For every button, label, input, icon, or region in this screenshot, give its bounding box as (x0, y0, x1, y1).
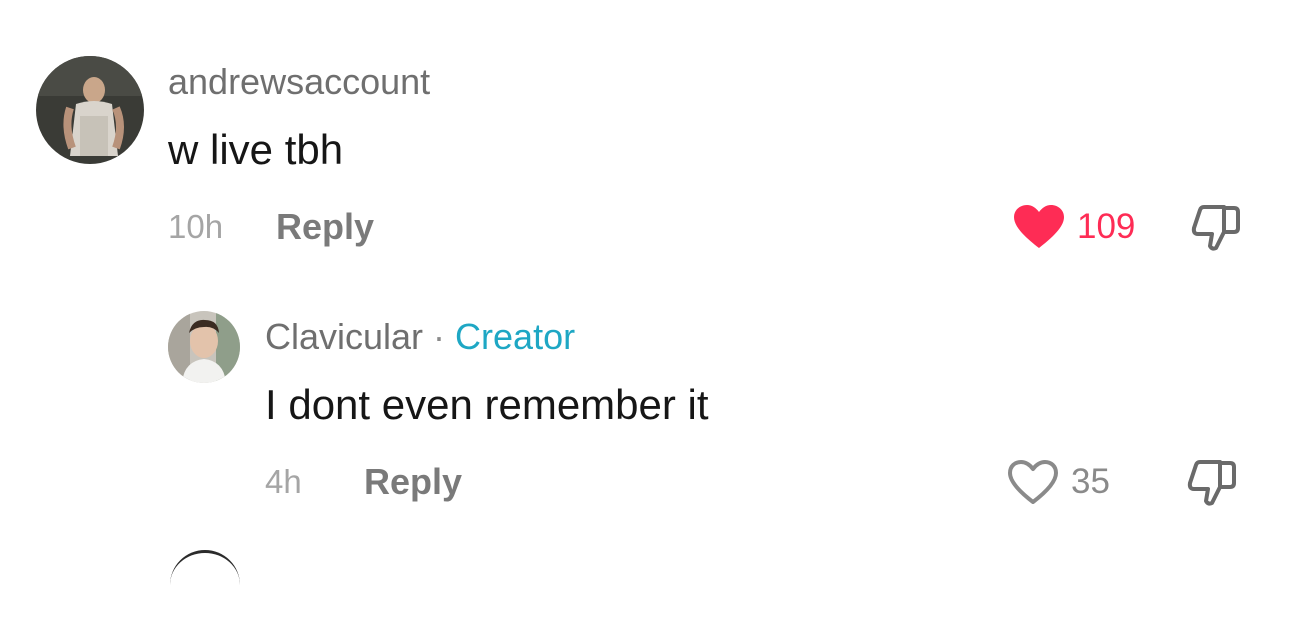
avatar-image (36, 56, 144, 164)
comment-timestamp: 4h (265, 463, 302, 500)
comment-text: I dont even remember it (265, 381, 709, 428)
comment-timestamp: 10h (168, 208, 224, 245)
thumbs-down-icon (1191, 205, 1240, 251)
dislike-button[interactable] (1186, 459, 1238, 507)
like-count: 35 (1071, 462, 1110, 501)
comment-username: Clavicular · Creator (265, 317, 575, 357)
username-text[interactable]: Clavicular (265, 316, 423, 357)
thumbs-down-icon (1187, 460, 1236, 506)
like-count: 109 (1077, 207, 1136, 246)
reply-button[interactable]: Reply (364, 462, 462, 502)
avatar[interactable] (168, 311, 240, 383)
like-button[interactable]: 109 (1013, 204, 1135, 250)
reply-button[interactable]: Reply (276, 207, 374, 247)
creator-badge: Creator (455, 316, 576, 357)
separator-dot: · (433, 316, 446, 357)
heart-filled-icon (1014, 205, 1064, 248)
heart-outline-icon (1008, 460, 1058, 504)
like-button[interactable]: 35 (1007, 459, 1110, 505)
comment-username[interactable]: andrewsaccount (168, 62, 430, 102)
avatar[interactable] (170, 550, 240, 620)
dislike-button[interactable] (1190, 204, 1242, 252)
avatar[interactable] (36, 56, 144, 164)
avatar-image (168, 311, 240, 383)
comment-text: w live tbh (168, 126, 344, 173)
